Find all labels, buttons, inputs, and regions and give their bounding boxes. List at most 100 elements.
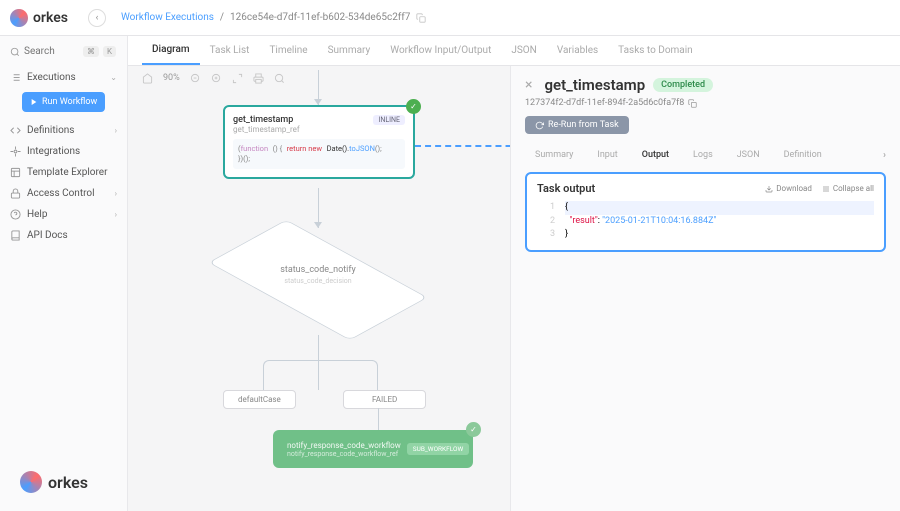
lock-icon [10, 188, 21, 199]
tab-io[interactable]: Workflow Input/Output [380, 36, 501, 65]
sidebar-item-integrations[interactable]: Integrations [8, 141, 119, 162]
chevron-down-icon: ⌄ [110, 73, 117, 82]
breadcrumb-sep: / [220, 12, 224, 23]
panel-title: get_timestamp [544, 76, 645, 94]
subflow-tag: SUB_WORKFLOW [407, 443, 470, 455]
logo-icon [10, 9, 28, 27]
footer-logo: orkes [20, 471, 88, 493]
copy-icon[interactable] [688, 99, 697, 108]
tab-variables[interactable]: Variables [547, 36, 608, 65]
breadcrumb-parent[interactable]: Workflow Executions [121, 12, 214, 23]
panel-status-badge: Completed [653, 78, 713, 92]
diagram-canvas[interactable]: ✓ get_timestamp get_timestamp_ref INLINE… [128, 90, 510, 511]
panel-tabs: Summary Input Output Logs JSON Definitio… [525, 146, 886, 164]
download-icon [765, 185, 773, 193]
sidebar-item-help[interactable]: Help › [8, 204, 119, 225]
home-icon[interactable] [142, 73, 153, 84]
tab-tasksdomain[interactable]: Tasks to Domain [608, 36, 703, 65]
ptab-output[interactable]: Output [632, 146, 679, 164]
ptab-json[interactable]: JSON [727, 146, 770, 164]
definitions-label: Definitions [27, 125, 74, 136]
chevron-right-icon[interactable]: › [883, 150, 886, 161]
play-icon [30, 98, 38, 106]
list-icon [10, 72, 21, 83]
expand-icon[interactable] [232, 73, 243, 84]
download-label: Download [776, 184, 812, 193]
ptab-definition[interactable]: Definition [774, 146, 832, 164]
chevron-right-icon: › [115, 126, 117, 135]
zoom-out-icon[interactable] [190, 73, 201, 84]
decision-name: status_code_notify [218, 265, 418, 275]
code-icon [10, 125, 21, 136]
help-icon [10, 209, 21, 220]
search-input[interactable] [24, 46, 79, 57]
json-key: "result" [569, 216, 597, 226]
sidebar-collapse-button[interactable]: ‹ [88, 9, 106, 27]
ptab-input[interactable]: Input [587, 146, 627, 164]
search-row[interactable]: ⌘ K [8, 42, 119, 61]
json-value: "2025-01-21T10:04:16.884Z" [602, 216, 716, 226]
search-icon[interactable] [274, 73, 285, 84]
executions-label: Executions [27, 72, 76, 83]
sidebar-item-executions[interactable]: Executions ⌄ [8, 67, 119, 88]
collapse-all-button[interactable]: Collapse all [822, 184, 874, 193]
tab-timeline[interactable]: Timeline [259, 36, 317, 65]
sidebar-item-template[interactable]: Template Explorer [8, 162, 119, 183]
run-label: Run Workflow [42, 97, 97, 107]
sidebar-item-definitions[interactable]: Definitions › [8, 120, 119, 141]
tab-json[interactable]: JSON [501, 36, 546, 65]
task-output-box: Task output Download Collapse all 1{ 2 "… [525, 172, 886, 252]
sidebar: ⌘ K Executions ⌄ Run Workflow Definition… [0, 36, 128, 511]
api-label: API Docs [27, 230, 68, 241]
run-workflow-button[interactable]: Run Workflow [22, 92, 105, 112]
brand-text: orkes [33, 10, 68, 26]
collapse-icon [822, 185, 830, 193]
ptab-summary[interactable]: Summary [525, 146, 583, 164]
flow-connector [378, 408, 379, 430]
rerun-label: Re-Run from Task [548, 120, 619, 130]
layout-icon [10, 167, 21, 178]
search-icon [10, 47, 20, 57]
chevron-right-icon: › [115, 189, 117, 198]
breadcrumb: Workflow Executions / 126ce54e-d7df-11ef… [121, 12, 426, 23]
task-ref: get_timestamp_ref [233, 125, 300, 134]
dashed-connector [415, 145, 520, 215]
sidebar-item-api[interactable]: API Docs [8, 225, 119, 246]
chevron-right-icon: › [115, 210, 117, 219]
plug-icon [10, 146, 21, 157]
json-output: 1{ 2 "result": "2025-01-21T10:04:16.884Z… [537, 201, 874, 242]
branch-failed[interactable]: FAILED [343, 390, 426, 409]
branch-connector [318, 360, 378, 390]
rerun-task-button[interactable]: Re-Run from Task [525, 116, 629, 134]
close-panel-button[interactable]: × [525, 77, 532, 93]
tab-summary[interactable]: Summary [318, 36, 381, 65]
refresh-icon [535, 121, 544, 130]
zoom-level: 90% [163, 73, 180, 83]
task-node-get-timestamp[interactable]: ✓ get_timestamp get_timestamp_ref INLINE… [223, 105, 415, 179]
branch-default[interactable]: defaultCase [223, 390, 296, 409]
decision-node[interactable]: status_code_notify status_code_decision [218, 225, 418, 335]
access-label: Access Control [27, 188, 95, 199]
task-type-tag: INLINE [373, 115, 405, 125]
brand-logo: orkes [10, 9, 68, 27]
ptab-logs[interactable]: Logs [683, 146, 723, 164]
logo-icon [20, 471, 42, 493]
download-button[interactable]: Download [765, 184, 812, 193]
decision-sub: status_code_decision [218, 277, 418, 285]
tab-diagram[interactable]: Diagram [142, 36, 200, 65]
book-icon [10, 230, 21, 241]
copy-icon[interactable] [416, 13, 426, 23]
zoom-in-icon[interactable] [211, 73, 222, 84]
subflow-ref: notify_response_code_workflow_ref [287, 450, 401, 458]
template-label: Template Explorer [27, 167, 107, 178]
sidebar-item-access[interactable]: Access Control › [8, 183, 119, 204]
integrations-label: Integrations [27, 146, 80, 157]
tab-tasklist[interactable]: Task List [200, 36, 260, 65]
brand-text: orkes [48, 473, 88, 492]
task-name: get_timestamp [233, 115, 300, 125]
tab-bar: Diagram Task List Timeline Summary Workf… [128, 36, 900, 66]
print-icon[interactable] [253, 73, 264, 84]
subflow-name: notify_response_code_workflow [287, 441, 401, 450]
help-label: Help [27, 209, 47, 220]
subworkflow-node[interactable]: ✓ notify_response_code_workflow notify_r… [273, 430, 473, 468]
